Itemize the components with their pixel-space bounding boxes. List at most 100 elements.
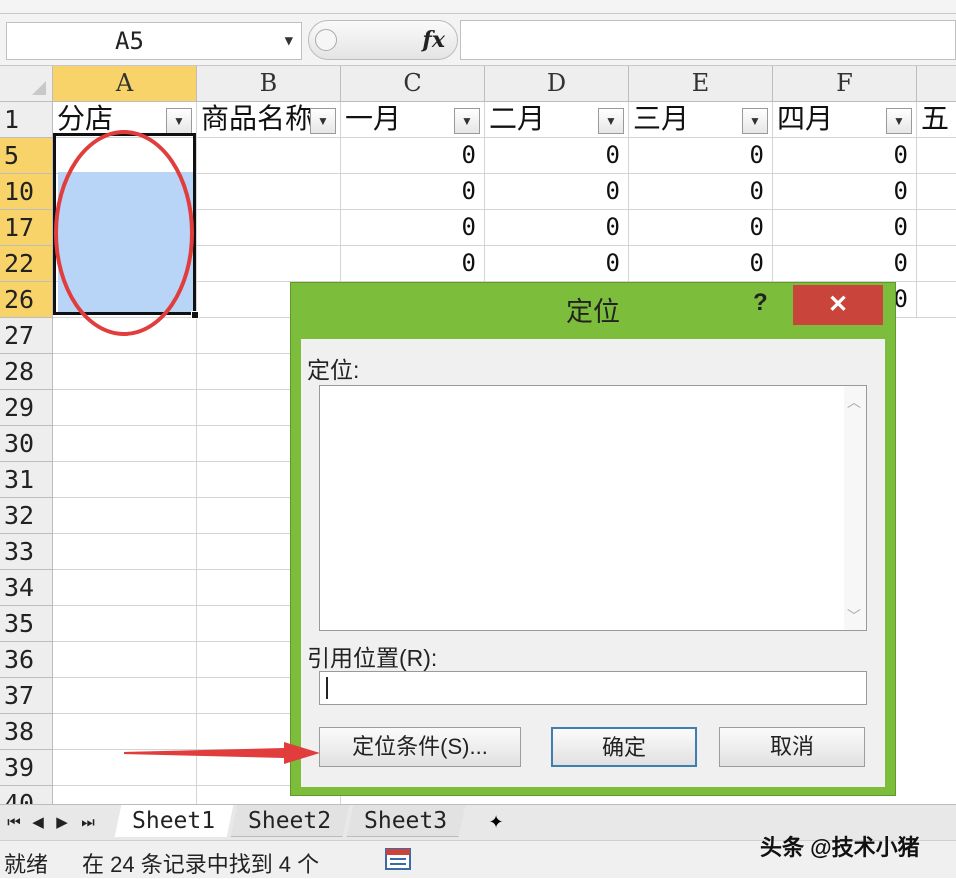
cell[interactable]	[917, 210, 956, 246]
gridline	[196, 318, 197, 804]
filter-dropdown-icon[interactable]: ▼	[886, 108, 912, 134]
filter-dropdown-icon[interactable]: ▼	[454, 108, 480, 134]
cell[interactable]: 0	[773, 210, 917, 246]
header-cell-label: 商品名称	[201, 103, 314, 134]
row-header-26[interactable]: 26	[0, 282, 53, 318]
name-box[interactable]: A5 ▼	[6, 22, 302, 60]
header-cell-label: 一月	[345, 103, 402, 134]
row-header-27[interactable]: 27	[0, 318, 53, 354]
row-header-32[interactable]: 32	[0, 498, 53, 534]
cell[interactable]: 0	[629, 246, 773, 282]
row-header-33[interactable]: 33	[0, 534, 53, 570]
header-cell-label: 二月	[489, 103, 546, 134]
row-header-31[interactable]: 31	[0, 462, 53, 498]
row-header-29[interactable]: 29	[0, 390, 53, 426]
column-header-b[interactable]: B	[197, 66, 341, 102]
cell[interactable]	[197, 210, 341, 246]
filter-dropdown-icon[interactable]: ▼	[310, 108, 336, 134]
ok-button[interactable]: 确定	[551, 727, 697, 767]
cell[interactable]	[917, 246, 956, 282]
select-all-corner[interactable]	[0, 66, 53, 102]
last-sheet-icon[interactable]: ⏭	[76, 811, 100, 835]
scroll-down-icon[interactable]: ﹀	[847, 606, 861, 626]
row-header-17[interactable]: 17	[0, 210, 53, 246]
row-header-22[interactable]: 22	[0, 246, 53, 282]
insert-function-icon[interactable]: fx	[422, 27, 445, 53]
row-header-28[interactable]: 28	[0, 354, 53, 390]
goto-listbox[interactable]: ︿ ﹀	[319, 385, 867, 631]
insert-sheet-icon[interactable]: ✦	[478, 809, 514, 835]
column-header-d[interactable]: D	[485, 66, 629, 102]
chevron-down-icon[interactable]: ▼	[285, 23, 293, 59]
filter-dropdown-icon[interactable]: ▼	[742, 108, 768, 134]
cell[interactable]: 0	[629, 174, 773, 210]
cell[interactable]	[197, 246, 341, 282]
macro-record-icon[interactable]	[384, 847, 414, 871]
cell[interactable]	[917, 282, 956, 318]
formula-input[interactable]	[460, 20, 956, 60]
watermark: 头条 @技术小猪	[760, 835, 920, 860]
header-cell-feb[interactable]: 二月 ▼	[485, 102, 629, 138]
header-cell-label: 四月	[777, 103, 834, 134]
first-sheet-icon[interactable]: ⏮	[2, 811, 26, 835]
cell[interactable]: 0	[341, 210, 485, 246]
cell[interactable]	[197, 174, 341, 210]
row-header-37[interactable]: 37	[0, 678, 53, 714]
row-header-40[interactable]: 40	[0, 786, 53, 804]
cell[interactable]: 0	[629, 210, 773, 246]
formula-bar: A5 ▼ fx	[0, 14, 956, 66]
row-header-38[interactable]: 38	[0, 714, 53, 750]
gridline	[53, 353, 293, 354]
cell[interactable]: 0	[341, 174, 485, 210]
row-header-1[interactable]: 1	[0, 102, 53, 138]
cell[interactable]: 0	[341, 246, 485, 282]
next-sheet-icon[interactable]: ▶	[50, 811, 74, 835]
header-cell-product[interactable]: 商品名称 ▼	[197, 102, 341, 138]
scroll-up-icon[interactable]: ︿	[847, 392, 861, 412]
row-header-39[interactable]: 39	[0, 750, 53, 786]
cell[interactable]: 0	[773, 174, 917, 210]
row-header-10[interactable]: 10	[0, 174, 53, 210]
help-icon[interactable]: ?	[753, 289, 768, 317]
header-cell-apr[interactable]: 四月 ▼	[773, 102, 917, 138]
cell[interactable]: 0	[485, 246, 629, 282]
column-header-g[interactable]	[917, 66, 956, 102]
goto-dialog: 定位 ? ✕ 定位: ︿ ﹀ 引用位置(R): 定位条件(S)... 确定 取消	[290, 282, 896, 796]
cell[interactable]: 0	[341, 138, 485, 174]
cell[interactable]	[917, 174, 956, 210]
filter-dropdown-icon[interactable]: ▼	[598, 108, 624, 134]
column-header-a[interactable]: A	[53, 66, 197, 102]
cell[interactable]: 0	[485, 174, 629, 210]
listbox-scrollbar[interactable]: ︿ ﹀	[844, 386, 866, 630]
header-cell-mar[interactable]: 三月 ▼	[629, 102, 773, 138]
cell[interactable]: 0	[629, 138, 773, 174]
row-header-34[interactable]: 34	[0, 570, 53, 606]
header-cell-may[interactable]: 五	[917, 102, 956, 138]
tab-sheet1[interactable]: Sheet1	[114, 805, 234, 837]
cell[interactable]: 0	[485, 210, 629, 246]
cell[interactable]: 0	[773, 138, 917, 174]
column-header-f[interactable]: F	[773, 66, 917, 102]
tab-sheet3[interactable]: Sheet3	[346, 805, 466, 837]
cancel-button[interactable]: 取消	[719, 727, 865, 767]
cell[interactable]	[917, 138, 956, 174]
tab-label: Sheet1	[132, 808, 216, 834]
header-cell-jan[interactable]: 一月 ▼	[341, 102, 485, 138]
cell[interactable]: 0	[773, 246, 917, 282]
row-header-35[interactable]: 35	[0, 606, 53, 642]
reference-input[interactable]	[319, 671, 867, 705]
row-header-30[interactable]: 30	[0, 426, 53, 462]
row-header-5[interactable]: 5	[0, 138, 53, 174]
column-header-c[interactable]: C	[341, 66, 485, 102]
fill-handle[interactable]	[191, 311, 199, 319]
column-header-e[interactable]: E	[629, 66, 773, 102]
cell[interactable]: 0	[485, 138, 629, 174]
close-button[interactable]: ✕	[793, 285, 883, 325]
row-header-36[interactable]: 36	[0, 642, 53, 678]
goto-special-button[interactable]: 定位条件(S)...	[319, 727, 521, 767]
tab-sheet2[interactable]: Sheet2	[230, 805, 350, 837]
filter-dropdown-icon[interactable]: ▼	[166, 108, 192, 134]
splitter-knob-icon[interactable]	[315, 29, 337, 51]
cell[interactable]	[197, 138, 341, 174]
prev-sheet-icon[interactable]: ◀	[26, 811, 50, 835]
